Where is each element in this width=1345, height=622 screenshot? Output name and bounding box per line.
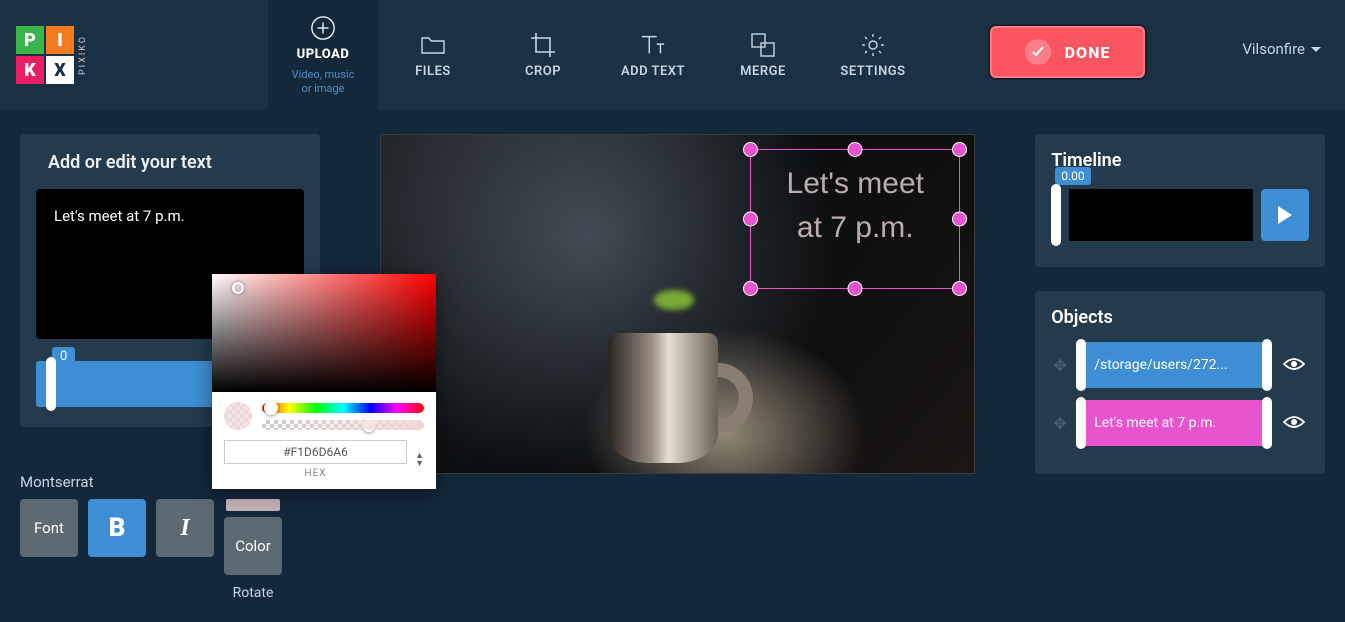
- canvas-image-detail: [598, 313, 758, 463]
- bold-button[interactable]: B: [88, 499, 146, 557]
- rotate-label: Rotate: [233, 585, 274, 601]
- left-panel: Add or edit your text Let's meet at 7 p.…: [20, 134, 320, 601]
- done-label: DONE: [1065, 43, 1111, 62]
- plus-circle-icon: [310, 15, 336, 41]
- visibility-toggle[interactable]: [1279, 411, 1309, 435]
- main-area: Add or edit your text Let's meet at 7 p.…: [0, 110, 1345, 601]
- resize-handle[interactable]: [848, 281, 863, 296]
- object-trim-handle[interactable]: [1076, 397, 1086, 449]
- font-button[interactable]: Font: [20, 499, 78, 557]
- nav-label: ADD TEXT: [621, 64, 685, 79]
- play-icon: [1278, 206, 1292, 224]
- nav-settings[interactable]: SETTINGS: [818, 0, 928, 110]
- format-toggle[interactable]: ▲ ▼: [415, 452, 424, 468]
- nav-upload[interactable]: UPLOAD Video, music or image: [268, 0, 378, 110]
- object-trim-handle[interactable]: [1262, 397, 1272, 449]
- resize-handle[interactable]: [743, 212, 758, 227]
- play-button[interactable]: [1261, 189, 1309, 241]
- hex-input[interactable]: [224, 440, 407, 464]
- merge-icon: [750, 32, 776, 58]
- color-preview: [224, 402, 252, 430]
- top-bar: P I K X PIXIKO UPLOAD Video, music or im…: [0, 0, 1345, 110]
- folder-icon: [420, 32, 446, 58]
- gear-icon: [860, 32, 886, 58]
- italic-button[interactable]: I: [156, 499, 214, 557]
- slider-thumb[interactable]: [46, 357, 56, 411]
- nav-crop[interactable]: CROP: [488, 0, 598, 110]
- move-icon[interactable]: ✥: [1051, 356, 1069, 375]
- logo-letter: P: [16, 26, 44, 54]
- logo-letter: X: [46, 56, 74, 84]
- timeline-playhead[interactable]: [1051, 184, 1061, 246]
- object-label: Let's meet at 7 p.m.: [1086, 415, 1262, 431]
- color-rotate-group: Color Rotate: [224, 499, 282, 601]
- timeline-card: Timeline 0.00: [1035, 134, 1325, 267]
- resize-handle[interactable]: [848, 142, 863, 157]
- main-nav: UPLOAD Video, music or image FILES CROP …: [268, 0, 928, 110]
- object-trim-handle[interactable]: [1076, 339, 1086, 391]
- username: Vilsonfire: [1242, 40, 1305, 58]
- hex-label: HEX: [224, 468, 407, 479]
- text-icon: [640, 32, 666, 58]
- move-icon[interactable]: ✥: [1051, 414, 1069, 433]
- nav-label: CROP: [525, 64, 561, 79]
- nav-add-text[interactable]: ADD TEXT: [598, 0, 708, 110]
- color-picker: HEX ▲ ▼: [212, 274, 436, 489]
- chevron-down-icon: ▼: [415, 460, 424, 468]
- object-bar[interactable]: /storage/users/272...: [1077, 342, 1271, 388]
- logo-wordmark: PIXIKO: [78, 35, 88, 75]
- rotate-handle[interactable]: [226, 499, 280, 511]
- format-buttons: Font B I Color Rotate: [20, 499, 320, 601]
- nav-label: MERGE: [740, 64, 786, 79]
- picker-sliders: [212, 392, 436, 440]
- alpha-slider[interactable]: [262, 420, 424, 430]
- saturation-cursor[interactable]: [232, 282, 244, 294]
- picker-input-row: HEX ▲ ▼: [212, 440, 436, 489]
- saturation-field[interactable]: [212, 274, 436, 392]
- timeline-track[interactable]: [1069, 189, 1253, 241]
- color-button[interactable]: Color: [224, 517, 282, 575]
- done-button[interactable]: DONE: [990, 26, 1145, 78]
- object-row: ✥ /storage/users/272...: [1051, 342, 1309, 388]
- hue-handle[interactable]: [264, 401, 278, 415]
- canvas[interactable]: Let's meet at 7 p.m.: [380, 134, 976, 474]
- logo-letter: K: [16, 56, 44, 84]
- caret-down-icon: [1311, 47, 1321, 52]
- logo-letter: I: [46, 26, 74, 54]
- right-panel: Timeline 0.00 Objects ✥ /storage/users/2…: [1035, 134, 1325, 601]
- user-menu[interactable]: Vilsonfire: [1242, 40, 1321, 58]
- logo[interactable]: P I K X PIXIKO: [16, 26, 88, 84]
- object-trim-handle[interactable]: [1262, 339, 1272, 391]
- resize-handle[interactable]: [952, 212, 967, 227]
- objects-title: Objects: [1051, 307, 1309, 328]
- alpha-handle[interactable]: [362, 418, 376, 432]
- object-bar[interactable]: Let's meet at 7 p.m.: [1077, 400, 1271, 446]
- overlay-text[interactable]: Let's meet at 7 p.m.: [751, 150, 959, 261]
- objects-card: Objects ✥ /storage/users/272... ✥ Let's …: [1035, 291, 1325, 474]
- nav-label: UPLOAD: [297, 47, 350, 62]
- object-label: /storage/users/272...: [1086, 357, 1262, 373]
- check-icon: [1025, 39, 1051, 65]
- object-row: ✥ Let's meet at 7 p.m.: [1051, 400, 1309, 446]
- crop-icon: [530, 32, 556, 58]
- nav-label: SETTINGS: [840, 64, 905, 79]
- timeline-position-badge: 0.00: [1055, 167, 1090, 185]
- nav-sublabel: Video, music or image: [292, 68, 355, 94]
- hue-slider[interactable]: [262, 403, 424, 413]
- visibility-toggle[interactable]: [1279, 353, 1309, 377]
- panel-title: Add or edit your text: [48, 152, 304, 173]
- nav-label: FILES: [415, 64, 451, 79]
- timeline-row: 0.00: [1051, 189, 1309, 251]
- nav-files[interactable]: FILES: [378, 0, 488, 110]
- text-overlay-selection[interactable]: Let's meet at 7 p.m.: [750, 149, 960, 289]
- nav-merge[interactable]: MERGE: [708, 0, 818, 110]
